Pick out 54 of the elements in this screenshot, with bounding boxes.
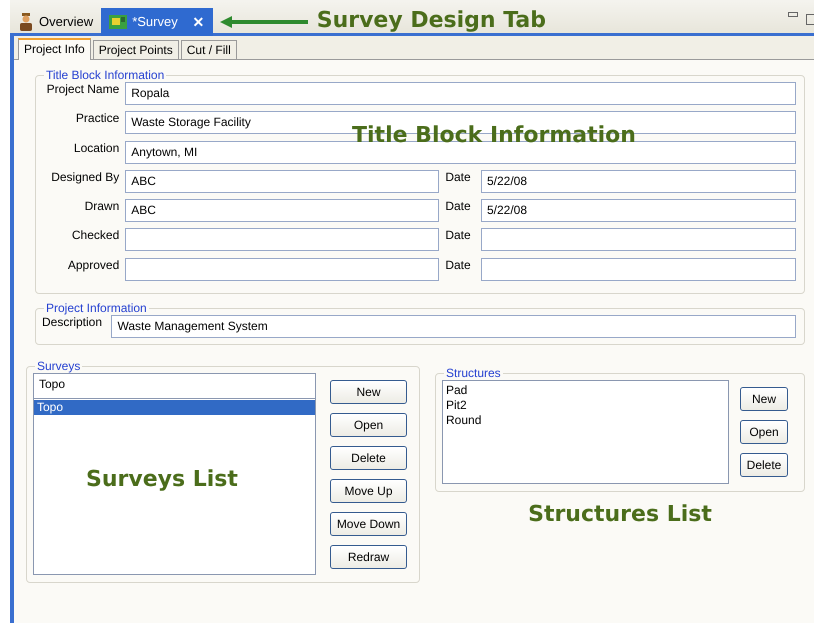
text-field[interactable]: Topo — [33, 373, 316, 400]
field-label: Approved — [66, 258, 120, 274]
date-field[interactable]: 5/22/08 — [480, 170, 796, 193]
field-label: Date — [444, 258, 472, 272]
action-button[interactable]: Delete — [740, 453, 788, 478]
close-icon[interactable]: ✕ — [192, 12, 205, 32]
tab[interactable]: Project Points — [92, 40, 179, 59]
date-field[interactable] — [480, 258, 796, 281]
date-field[interactable]: 5/22/08 — [480, 199, 796, 222]
field-label: Date — [444, 170, 472, 184]
field-label: Date — [444, 199, 472, 214]
list-item[interactable]: Pit2 — [443, 398, 728, 414]
arrow-icon — [218, 15, 309, 29]
group-title: Structures — [445, 366, 502, 380]
field-label: Project Name — [46, 82, 120, 98]
field-label: Description — [42, 315, 104, 330]
field-label: Practice — [74, 111, 120, 128]
list-item[interactable]: Round — [443, 413, 728, 428]
text-field[interactable]: ABC — [125, 199, 440, 222]
map-icon — [109, 14, 128, 30]
action-button[interactable]: Redraw — [330, 545, 407, 570]
tab[interactable]: Project Info — [18, 38, 91, 60]
field-label: Designed By — [50, 170, 120, 186]
field-label: Drawn — [84, 199, 120, 216]
action-button[interactable]: Move Down — [330, 512, 407, 536]
date-field[interactable] — [480, 228, 796, 252]
action-button[interactable]: Move Up — [330, 479, 407, 504]
editor-tab[interactable]: Overview — [10, 8, 102, 36]
list-item[interactable]: Topo — [34, 400, 315, 416]
action-button[interactable]: Open — [740, 420, 788, 444]
text-field[interactable] — [125, 228, 440, 252]
field-label: Date — [444, 228, 472, 242]
tab[interactable]: Cut / Fill — [180, 40, 237, 59]
action-button[interactable]: New — [330, 380, 407, 404]
text-field[interactable]: ABC — [125, 170, 440, 193]
minimize-icon[interactable] — [788, 12, 798, 18]
field-label: Checked — [70, 228, 120, 244]
editor-tab[interactable]: *Survey ✕ — [101, 8, 213, 36]
group-title: Project Information — [45, 301, 148, 316]
maximize-icon[interactable] — [806, 14, 814, 26]
action-button[interactable]: New — [740, 387, 788, 412]
group-title: Surveys — [36, 359, 82, 374]
callout-label: Surveys List — [86, 467, 238, 494]
group-title: Title Block Information — [45, 68, 166, 82]
text-field[interactable]: Waste Management System — [111, 315, 796, 338]
callout-label: Survey Design Tab — [316, 8, 546, 33]
text-field[interactable] — [125, 258, 440, 281]
callout-label: Structures List — [528, 502, 712, 528]
field-label: Location — [72, 140, 120, 157]
action-button[interactable]: Open — [330, 413, 407, 438]
person-icon — [18, 13, 34, 31]
text-field[interactable]: Ropala — [125, 82, 796, 105]
list-item[interactable]: Pad — [443, 383, 728, 398]
action-button[interactable]: Delete — [330, 446, 407, 470]
